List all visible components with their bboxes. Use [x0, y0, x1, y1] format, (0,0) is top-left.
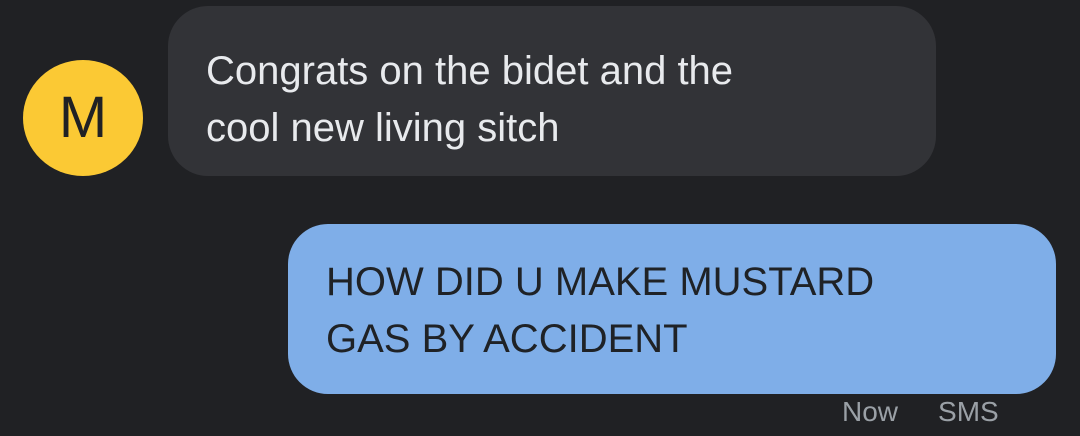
avatar-letter: M: [58, 85, 108, 150]
message-type-label: SMS: [938, 396, 999, 427]
message-text-line: HOW DID U MAKE MUSTARD: [326, 260, 875, 304]
message-text-line: Congrats on the bidet and the: [206, 49, 734, 93]
message-timestamp: Now: [842, 396, 899, 427]
message-text-line: cool new living sitch: [206, 106, 560, 150]
outgoing-message-bubble[interactable]: HOW DID U MAKE MUSTARD GAS BY ACCIDENT: [288, 224, 1056, 394]
message-status: Now SMS: [842, 396, 1042, 436]
message-text-line: GAS BY ACCIDENT: [326, 317, 688, 361]
avatar[interactable]: M: [23, 60, 143, 176]
incoming-message-bubble[interactable]: Congrats on the bidet and the cool new l…: [168, 6, 936, 176]
